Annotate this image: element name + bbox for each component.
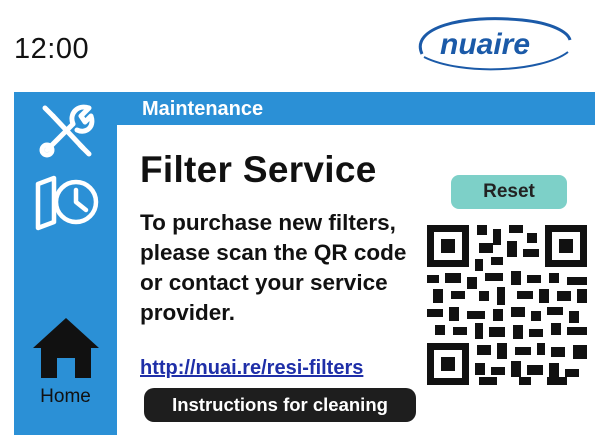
instructions-button[interactable]: Instructions for cleaning bbox=[144, 388, 416, 422]
page-title: Filter Service bbox=[140, 149, 377, 190]
filters-link[interactable]: http://nuai.re/resi-filters bbox=[140, 357, 363, 380]
screen-header-title: Maintenance bbox=[142, 98, 264, 120]
reset-button[interactable]: Reset bbox=[451, 175, 567, 209]
sidebar: Home bbox=[14, 92, 117, 435]
screen-header: Maintenance bbox=[117, 92, 595, 125]
nuaire-logo: nuaire bbox=[418, 17, 572, 71]
sidebar-item-schedule[interactable] bbox=[14, 172, 117, 234]
content-panel: Filter Service To purchase new filters, … bbox=[117, 125, 595, 435]
svg-text:nuaire: nuaire bbox=[440, 28, 530, 61]
description-text: To purchase new filters, please scan the… bbox=[140, 210, 407, 325]
sidebar-item-home[interactable]: Home bbox=[14, 314, 117, 424]
home-icon bbox=[32, 318, 99, 378]
top-bar: 12:00 nuaire bbox=[0, 0, 595, 92]
clock: 12:00 bbox=[14, 33, 90, 65]
qr-code bbox=[427, 225, 587, 385]
sidebar-item-tools[interactable] bbox=[14, 98, 117, 170]
tools-icon bbox=[39, 104, 94, 158]
schedule-icon bbox=[35, 175, 98, 231]
home-label: Home bbox=[40, 386, 91, 407]
